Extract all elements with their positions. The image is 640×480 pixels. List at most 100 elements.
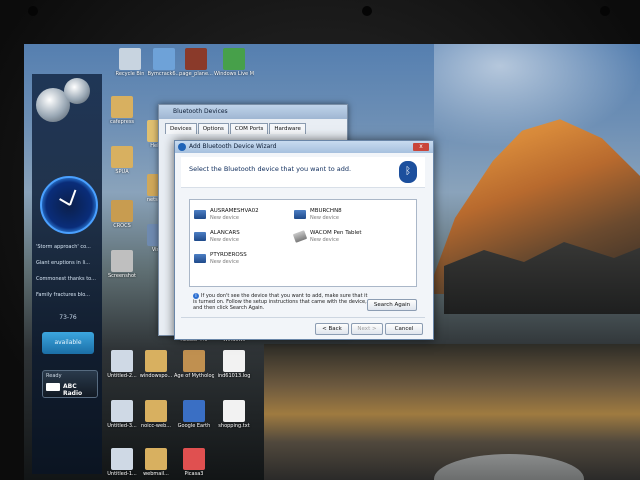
desktop-icon[interactable]: page_plane... xyxy=(176,48,216,77)
device-name: PTYRDEROSS xyxy=(210,252,247,258)
clock-gadget[interactable] xyxy=(40,176,98,234)
desktop-icon[interactable]: SPUA xyxy=(102,146,142,175)
window-title[interactable]: Bluetooth Devices xyxy=(159,105,347,119)
file-icon xyxy=(223,400,245,422)
device-status: New device xyxy=(210,215,239,221)
device-status: New device xyxy=(310,215,339,221)
help-message: If you don't see the device that you wan… xyxy=(193,293,368,311)
device-name: AUSRAMESHVA02 xyxy=(210,208,259,214)
tab-com-ports[interactable]: COM Ports xyxy=(229,123,269,134)
pen-tablet-icon xyxy=(292,230,308,243)
desktop-icon[interactable]: Google Earth xyxy=(174,400,214,429)
desktop-icon-label: ind61013.log xyxy=(217,373,251,379)
desktop-icon[interactable]: cafepress xyxy=(102,96,142,125)
gadget-orb-icon[interactable] xyxy=(64,78,90,104)
wizard-header: Select the Bluetooth device that you wan… xyxy=(181,157,425,188)
file-icon xyxy=(183,350,205,372)
file-icon xyxy=(223,350,245,372)
desktop-icon[interactable]: shopping.txt xyxy=(214,400,254,429)
bezel-screw xyxy=(362,6,372,16)
desktop-icon-label: Screenshot xyxy=(108,273,136,279)
desktop-icon-label: page_plane... xyxy=(179,71,213,77)
device-item[interactable]: WACOM Pen Tablet New device xyxy=(292,228,404,246)
desktop-icon[interactable]: CROCS xyxy=(102,200,142,229)
device-name: ALANCARS xyxy=(210,230,240,236)
desktop-icon-label: cafepress xyxy=(109,119,135,125)
radio-station: ABC Radio xyxy=(63,383,83,397)
desktop-icon-label: CROCS xyxy=(113,223,131,229)
desktop-icon[interactable]: Windows Live Mess... xyxy=(214,48,254,77)
desktop-icon[interactable]: Age of Mythology xyxy=(174,350,214,379)
desktop-icon[interactable]: Screenshot xyxy=(102,250,142,279)
radio-gadget[interactable]: Ready ABC Radio xyxy=(42,370,98,398)
cancel-button[interactable]: Cancel xyxy=(385,323,423,335)
bezel-screw xyxy=(28,6,38,16)
feed-item[interactable]: Commonest thanks to... xyxy=(36,276,98,292)
wizard-title: Add Bluetooth Device Wizard xyxy=(189,143,277,150)
desktop-icon-label: webmail... xyxy=(143,471,169,477)
computer-icon xyxy=(294,210,306,219)
back-button[interactable]: < Back xyxy=(315,323,349,335)
device-status: New device xyxy=(210,259,239,265)
tab-strip: Devices Options COM Ports Hardware xyxy=(165,123,307,134)
tab-devices[interactable]: Devices xyxy=(165,123,197,134)
device-status: New device xyxy=(210,237,239,243)
close-button[interactable]: x xyxy=(413,143,429,151)
photo-of-monitor: 'Storm approach' co... Giant eruptions i… xyxy=(0,0,640,480)
status-button[interactable]: available xyxy=(42,332,94,354)
device-name: MBURCHN8 xyxy=(310,208,342,214)
file-icon xyxy=(185,48,207,70)
divider xyxy=(181,317,425,318)
desktop-icon[interactable]: webmail... xyxy=(136,448,176,477)
file-icon xyxy=(111,250,133,272)
file-icon xyxy=(145,448,167,470)
device-list[interactable]: AUSRAMESHVA02 New device MBURCHN8 New de… xyxy=(189,199,417,287)
computer-icon xyxy=(194,210,206,219)
file-icon xyxy=(145,350,167,372)
tab-options[interactable]: Options xyxy=(197,123,229,134)
bezel-screw xyxy=(600,6,610,16)
file-icon xyxy=(111,400,133,422)
file-icon xyxy=(111,350,133,372)
feed-item[interactable]: Family fractures blo... xyxy=(36,292,98,308)
device-item[interactable]: PTYRDEROSS New device xyxy=(194,250,304,268)
bluetooth-icon xyxy=(178,143,186,151)
desktop-icon-label: Google Earth xyxy=(177,423,211,429)
windows-sidebar: 'Storm approach' co... Giant eruptions i… xyxy=(32,74,102,474)
wizard-titlebar[interactable]: Add Bluetooth Device Wizard x xyxy=(175,141,433,153)
file-icon xyxy=(111,146,133,168)
desktop-icon-label: Age of Mythology xyxy=(174,373,214,379)
add-bluetooth-device-wizard: Add Bluetooth Device Wizard x Select the… xyxy=(174,140,434,340)
computer-icon xyxy=(194,254,206,263)
desktop-icon-label: Picasa3 xyxy=(184,471,204,477)
feed-pager[interactable]: 73-76 xyxy=(42,314,94,322)
desktop-icon-label: noicc-web... xyxy=(140,423,172,429)
device-item[interactable]: AUSRAMESHVA02 New device xyxy=(194,206,304,224)
desktop-icon[interactable]: noicc-web... xyxy=(136,400,176,429)
feed-item[interactable]: Giant eruptions in li... xyxy=(36,260,98,276)
search-again-button[interactable]: Search Again xyxy=(367,299,417,311)
desktop-icon[interactable]: Picasa3 xyxy=(174,448,214,477)
file-icon xyxy=(183,448,205,470)
help-text: i If you don't see the device that you wa… xyxy=(193,293,369,311)
desktop-icon[interactable]: windowspo... xyxy=(136,350,176,379)
wallpaper-lake xyxy=(264,344,640,480)
desktop-screen: 'Storm approach' co... Giant eruptions i… xyxy=(24,44,640,480)
radio-status: Ready xyxy=(46,373,62,379)
computer-icon xyxy=(194,232,206,241)
desktop-icon[interactable]: ind61013.log xyxy=(214,350,254,379)
device-name: WACOM Pen Tablet xyxy=(310,230,362,236)
device-status: New device xyxy=(310,237,339,243)
device-item[interactable]: ALANCARS New device xyxy=(194,228,304,246)
desktop-icon-label: Windows Live Mess... xyxy=(214,71,254,77)
desktop-icon-label: shopping.txt xyxy=(218,423,250,429)
file-icon xyxy=(119,48,141,70)
file-icon xyxy=(223,48,245,70)
feed-item[interactable]: 'Storm approach' co... xyxy=(36,244,98,260)
file-icon xyxy=(111,448,133,470)
desktop-icon-label: windowspo... xyxy=(139,373,173,379)
file-icon xyxy=(153,48,175,70)
device-item[interactable]: MBURCHN8 New device xyxy=(294,206,404,224)
tab-hardware[interactable]: Hardware xyxy=(269,123,306,134)
next-button[interactable]: Next > xyxy=(351,323,383,335)
